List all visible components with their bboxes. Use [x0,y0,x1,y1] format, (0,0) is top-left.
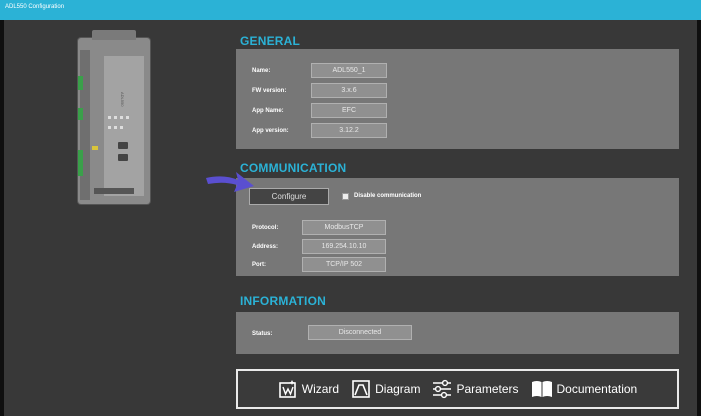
protocol-field: ModbusTCP [302,220,386,235]
bottom-toolbar: Wizard Diagram Parameters Documentation [236,369,679,409]
status-label: Status: [252,331,273,337]
led-icon [120,126,123,129]
fw-version-field: 3.x.6 [311,83,387,98]
diagram-label: Diagram [375,382,421,396]
parameters-button[interactable]: Parameters [432,379,519,399]
sliders-icon [433,379,452,399]
documentation-button[interactable]: Documentation [531,380,638,398]
documentation-label: Documentation [556,382,638,396]
pointer-arrow-icon [206,172,254,192]
wizard-icon [278,380,296,398]
wizard-label: Wizard [301,382,340,396]
configure-button[interactable]: Configure [249,188,329,205]
app-version-field: 3.12.2 [311,123,387,138]
ethernet-port-icon [118,154,128,161]
book-icon [531,381,552,397]
ethernet-port-icon [118,142,128,149]
app-name-label: App Name: [252,108,284,114]
wizard-button[interactable]: Wizard [278,379,339,399]
address-field: 169.254.10.10 [302,239,386,254]
name-field: ADL550_1 [311,63,387,78]
fw-version-label: FW version: [252,88,287,94]
led-icon [108,126,111,129]
device-cap [92,30,136,40]
led-icon [114,116,117,119]
port-label: Port: [252,262,266,268]
general-panel: Name: ADL550_1 FW version: 3.x.6 App Nam… [236,49,679,149]
name-label: Name: [252,68,271,74]
device-terminal-block [78,76,83,90]
address-label: Address: [252,244,279,250]
app-name-field: EFC [311,103,387,118]
status-field: Disconnected [308,325,412,340]
led-icon [108,116,111,119]
communication-panel: Configure Disable communication Protocol… [236,178,679,276]
diagram-button[interactable]: Diagram [351,379,420,399]
device-terminal-block [78,108,83,120]
protocol-label: Protocol: [252,225,279,231]
device-label: ADL550 [120,92,125,107]
window-titlebar: ADL550 Configuration [0,0,701,20]
diagram-icon [352,380,370,398]
information-section-title: INFORMATION [240,294,326,308]
warning-label-icon [92,146,98,150]
device-terminal-block [78,150,83,176]
device-foot [94,188,134,194]
device-image: ADL550 [78,30,150,204]
parameters-label: Parameters [456,382,519,396]
port-field: TCP/IP 502 [302,257,386,272]
window-title: ADL550 Configuration [5,4,65,10]
app-version-label: App version: [252,128,289,134]
information-panel: Status: Disconnected [236,312,679,354]
disable-communication-checkbox[interactable] [342,193,349,200]
led-icon [120,116,123,119]
disable-communication-label: Disable communication [354,193,422,199]
led-icon [114,126,117,129]
general-section-title: GENERAL [240,34,301,48]
led-icon [126,116,129,119]
device-side-slot [80,50,90,200]
